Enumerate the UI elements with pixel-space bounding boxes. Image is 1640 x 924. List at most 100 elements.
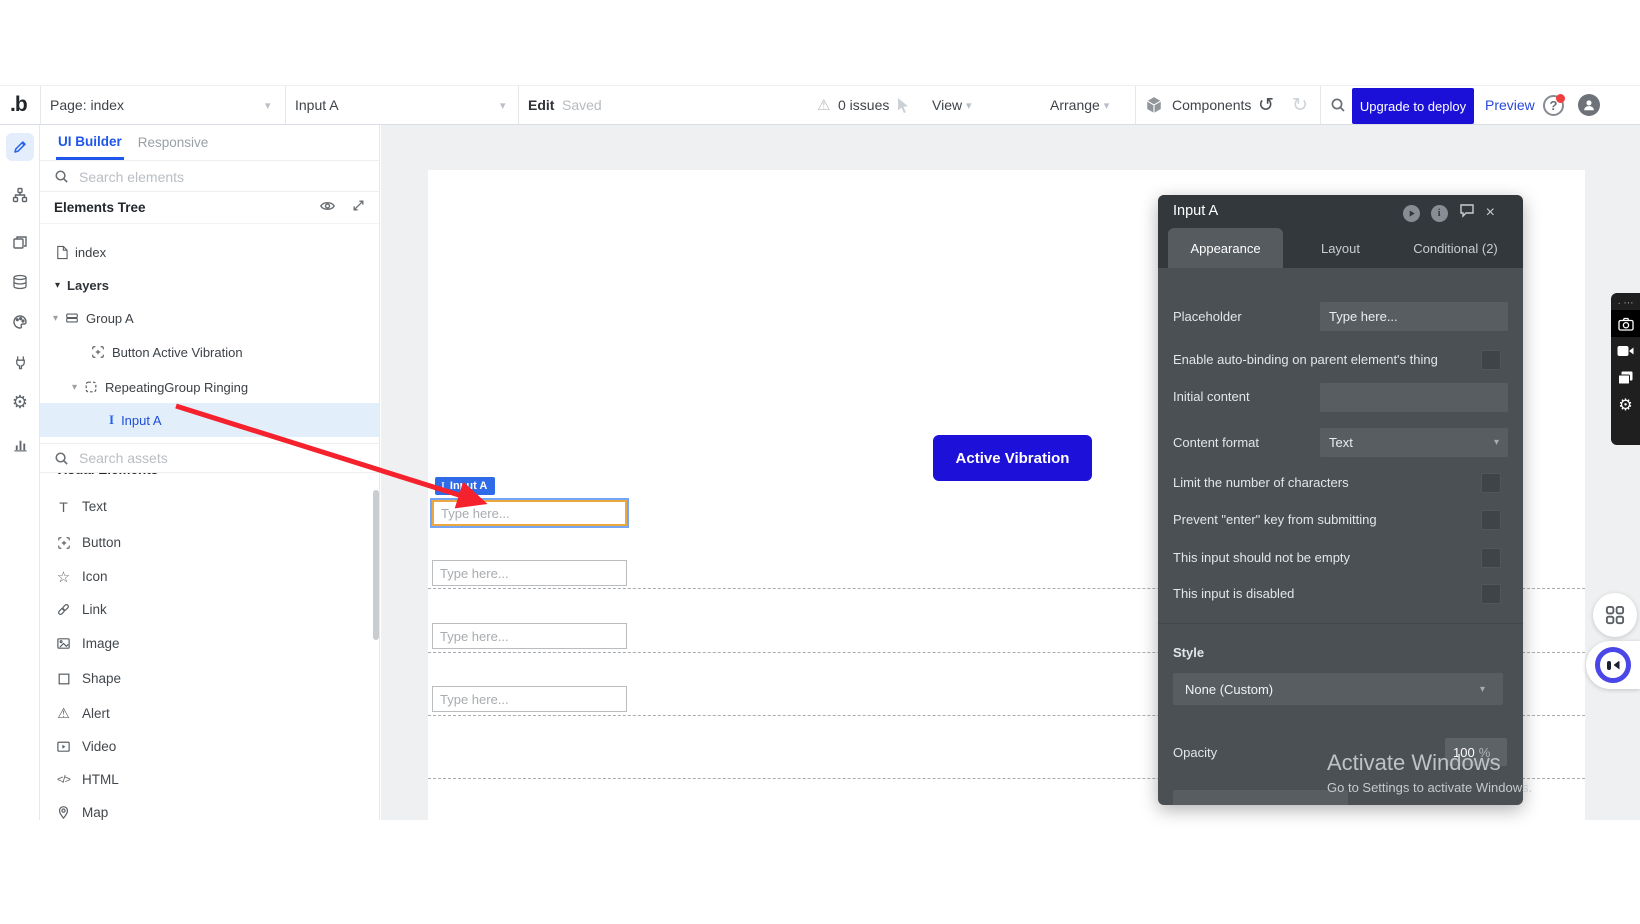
tab-conditional[interactable]: Conditional (2) <box>1398 228 1513 268</box>
components-menu[interactable]: Components <box>1172 86 1251 124</box>
logs-tab-chart-icon[interactable] <box>6 430 34 458</box>
redo-icon[interactable]: ↻ <box>1292 86 1308 124</box>
info-icon[interactable]: i <box>1431 205 1448 222</box>
canvas-input-a-cell-4[interactable] <box>432 686 627 712</box>
pages-tab-icon[interactable] <box>6 228 34 256</box>
not-empty-checkbox[interactable] <box>1481 548 1501 568</box>
palette-item-html[interactable]: </> HTML <box>40 766 379 793</box>
tree-item-input-a-selected[interactable]: I Input A <box>40 403 379 437</box>
tab-appearance[interactable]: Appearance <box>1168 228 1283 268</box>
widget-grid-button[interactable] <box>1593 593 1637 637</box>
initial-content-label: Initial content <box>1173 389 1250 404</box>
collapse-caret-icon[interactable]: ▾ <box>72 382 77 393</box>
initial-content-field[interactable] <box>1320 383 1508 412</box>
panel-scrollbar[interactable] <box>373 490 379 640</box>
shape-square-icon <box>55 672 72 686</box>
tab-responsive[interactable]: Responsive <box>138 135 209 150</box>
chevron-down-icon[interactable]: ▾ <box>265 86 271 124</box>
disabled-checkbox[interactable] <box>1481 584 1501 604</box>
tab-ui-builder[interactable]: UI Builder <box>58 134 122 151</box>
page-selector[interactable]: Page: index <box>50 86 124 124</box>
limit-characters-label: Limit the number of characters <box>1173 475 1349 490</box>
palette-item-text[interactable]: T Text <box>40 493 379 520</box>
user-avatar[interactable] <box>1578 86 1600 124</box>
palette-item-image[interactable]: Image <box>40 630 379 657</box>
view-menu[interactable]: View ▾ <box>932 86 972 124</box>
palette-item-alert[interactable]: ⚠ Alert <box>40 700 379 727</box>
palette-item-shape[interactable]: Shape <box>40 665 379 692</box>
tab-layout[interactable]: Layout <box>1283 228 1398 268</box>
design-tab-pencil-icon[interactable] <box>6 133 34 161</box>
active-vibration-button[interactable]: Active Vibration <box>933 435 1092 481</box>
plugins-tab-plug-icon[interactable] <box>6 348 34 376</box>
placeholder-field[interactable]: Type here... <box>1320 302 1508 331</box>
chevron-down-icon[interactable]: ▾ <box>500 86 506 124</box>
code-icon: </> <box>55 774 72 786</box>
cursor-tool-icon[interactable] <box>895 86 911 124</box>
expand-tree-icon[interactable] <box>352 199 365 217</box>
data-tab-database-icon[interactable] <box>6 268 34 296</box>
content-format-dropdown[interactable]: Text ▾ <box>1320 428 1508 457</box>
search-assets-input[interactable]: Search assets <box>40 443 379 473</box>
page-file-icon <box>55 245 68 260</box>
section-divider <box>1158 623 1523 624</box>
left-nav-rail: ⚙ <box>0 125 40 820</box>
divider <box>518 86 519 124</box>
bubble-editor-window: .b Page: index ▾ Input A ▾ Edit Saved ⚠ … <box>0 0 1640 924</box>
style-dropdown[interactable]: None (Custom) ▾ <box>1173 673 1503 705</box>
canvas-input-a-cell-1[interactable] <box>432 500 627 526</box>
canvas-input-a-cell-3[interactable] <box>432 623 627 649</box>
windows-capture-icon[interactable] <box>1611 364 1640 391</box>
eye-icon[interactable] <box>319 199 336 217</box>
issues-counter[interactable]: 0 issues <box>838 86 889 124</box>
alert-triangle-icon: ⚠ <box>55 705 72 722</box>
grid-icon <box>1605 605 1625 625</box>
collapse-caret-icon[interactable]: ▾ <box>55 280 60 291</box>
autobinding-checkbox[interactable] <box>1481 350 1501 370</box>
bubble-logo[interactable]: .b <box>10 86 27 124</box>
tree-item-repeatinggroup-ringing[interactable]: ▾ RepeatingGroup Ringing <box>40 373 379 401</box>
help-icon[interactable]: ? <box>1543 86 1564 124</box>
screenshot-camera-icon[interactable] <box>1611 310 1640 337</box>
prevent-enter-checkbox[interactable] <box>1481 510 1501 530</box>
chevron-down-icon: ▾ <box>1494 437 1499 448</box>
styles-tab-palette-icon[interactable] <box>6 308 34 336</box>
search-assets-placeholder: Search assets <box>79 450 168 466</box>
edit-mode-label[interactable]: Edit <box>528 86 554 124</box>
search-icon[interactable] <box>1330 86 1346 124</box>
notification-dot <box>1556 94 1565 103</box>
tree-item-button-active-vibration[interactable]: Button Active Vibration <box>40 338 379 366</box>
opacity-field[interactable]: 100 % <box>1445 738 1507 766</box>
collapse-caret-icon[interactable]: ▾ <box>53 313 58 324</box>
workflow-tab-icon[interactable] <box>6 181 34 209</box>
drag-handle-icon[interactable]: · ⋯ <box>1617 296 1633 310</box>
style-section-label: Style <box>1173 645 1204 660</box>
preview-link[interactable]: Preview <box>1485 86 1535 124</box>
link-chain-icon <box>55 602 72 617</box>
close-icon[interactable]: × <box>1486 205 1495 221</box>
element-selector[interactable]: Input A <box>295 86 339 124</box>
palette-item-map[interactable]: Map <box>40 799 379 820</box>
upgrade-to-deploy-button[interactable]: Upgrade to deploy <box>1352 88 1474 124</box>
tree-item-group-a[interactable]: ▾ Group A <box>40 304 379 332</box>
palette-item-video[interactable]: Video <box>40 733 379 760</box>
palette-item-button[interactable]: Button <box>40 529 379 556</box>
canvas-input-a-cell-2[interactable] <box>432 560 627 586</box>
assistant-logo-icon <box>1595 647 1631 683</box>
palette-item-link[interactable]: Link <box>40 596 379 623</box>
record-video-icon[interactable] <box>1611 337 1640 364</box>
property-editor-header[interactable]: Input A i × Appearance Layout Conditiona… <box>1158 195 1523 268</box>
run-workflow-icon[interactable] <box>1403 205 1420 222</box>
assistant-widget-button[interactable] <box>1586 641 1640 689</box>
search-elements-input[interactable]: Search elements <box>40 162 379 192</box>
arrange-menu[interactable]: Arrange ▾ <box>1050 86 1109 124</box>
capture-settings-gear-icon[interactable]: ⚙ <box>1611 391 1640 418</box>
limit-characters-checkbox[interactable] <box>1481 473 1501 493</box>
tree-item-index[interactable]: index <box>40 238 379 266</box>
palette-item-icon[interactable]: ☆ Icon <box>40 563 379 590</box>
undo-icon[interactable]: ↺ <box>1258 86 1274 124</box>
settings-tab-gear-icon[interactable]: ⚙ <box>6 388 34 416</box>
comment-icon[interactable] <box>1459 203 1475 223</box>
tree-item-layers[interactable]: ▾ Layers <box>40 271 379 299</box>
content-format-label: Content format <box>1173 435 1259 450</box>
